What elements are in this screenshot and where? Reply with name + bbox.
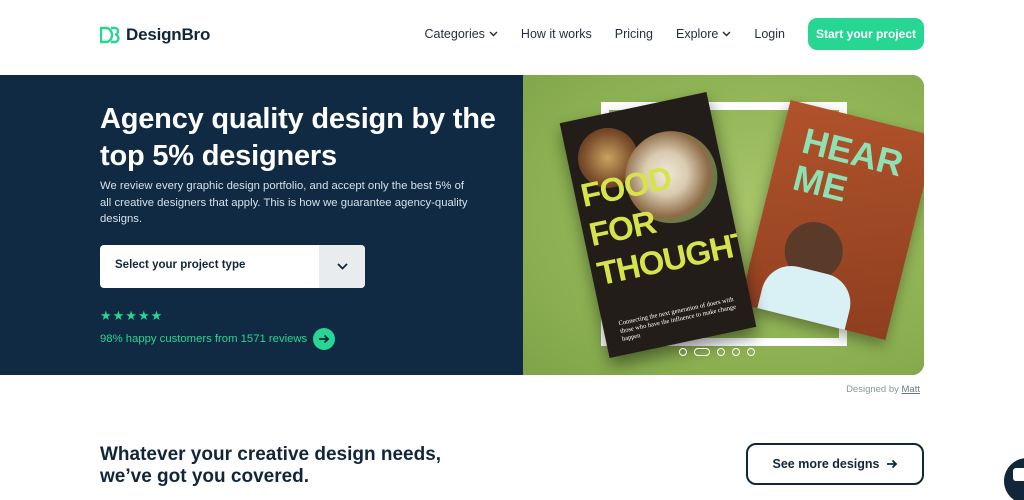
logo[interactable]: DesignBro [100,24,210,46]
nav-categories[interactable]: Categories [424,27,498,41]
chat-icon[interactable] [1004,458,1024,500]
nav-how-it-works[interactable]: How it works [521,27,592,41]
carousel-dot[interactable] [679,348,687,356]
nav-explore-label: Explore [675,27,719,41]
db-logo-icon [100,26,120,44]
credit-prefix: Designed by [846,384,899,395]
arrow-right-circle-icon[interactable] [313,328,336,350]
hero-description: We review every graphic design portfolio… [100,180,468,225]
chevron-down-icon [722,31,731,37]
carousel-dots [679,348,755,356]
section-title: Whatever your creative design needs, we’… [100,444,442,487]
nav-pricing[interactable]: Pricing [615,27,653,41]
carousel-dot[interactable] [732,348,740,356]
see-more-designs-button[interactable]: See more designs [746,443,924,485]
start-project-button[interactable]: Start your project [807,18,924,50]
chevron-down-icon [489,31,498,37]
hero-image-carousel[interactable]: HEAR ME FOOD FOR THOUGHT Connecting the … [523,75,924,375]
poster2-word: ME [789,156,852,210]
hero-banner: Agency quality design by the top 5% desi… [0,75,924,375]
chevron-down-icon [336,263,348,270]
reviews-text: 98% happy customers from 1571 reviews [100,333,308,345]
nav-explore[interactable]: Explore [676,27,731,41]
nav-pricing-label: Pricing [614,27,653,41]
project-type-select-label: Select your project type [115,259,246,271]
nav-how-it-works-label: How it works [520,27,592,41]
select-toggle[interactable] [319,245,365,288]
hero-title: Agency quality design by the top 5% desi… [100,103,496,172]
logo-text: DesignBro [126,25,211,44]
see-more-designs-label: See more designs [772,457,880,471]
nav-categories-label: Categories [424,27,485,41]
carousel-dot-active[interactable] [694,348,710,356]
hero-content: Agency quality design by the top 5% desi… [0,75,523,375]
nav-login[interactable]: Login [754,27,785,41]
rating-stars: ★★★★★ [100,308,164,323]
carousel-dot[interactable] [747,348,755,356]
site-header: DesignBro Categories How it works Pricin… [0,0,1024,74]
design-credit: Designed by Matt [846,384,920,395]
reviews-link[interactable]: 98% happy customers from 1571 reviews [100,328,336,350]
project-type-select[interactable]: Select your project type [100,245,365,288]
arrow-right-icon [886,459,897,469]
main-nav: Categories How it works Pricing Explore … [424,18,924,50]
credit-author-link[interactable]: Matt [902,384,920,395]
carousel-dot[interactable] [717,348,725,356]
nav-login-label: Login [754,27,785,41]
chat-bubble-icon [1013,468,1024,481]
